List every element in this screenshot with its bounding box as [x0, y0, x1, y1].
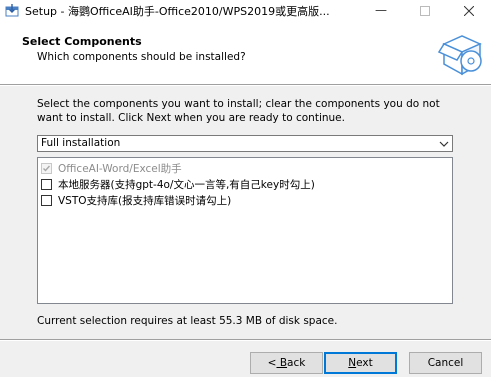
cancel-button[interactable]: Cancel: [409, 352, 482, 374]
maximize-button[interactable]: [403, 0, 447, 22]
component-checkbox-officeai: [41, 163, 52, 174]
disk-space-text: Current selection requires at least 55.3…: [37, 315, 338, 327]
minimize-button[interactable]: —: [359, 0, 403, 22]
close-icon: [463, 5, 475, 17]
checkmark-icon: [43, 165, 51, 172]
component-label[interactable]: 本地服务器(支持gpt-4o/文心一言等,有自己key时勾上): [58, 177, 315, 193]
back-button-label: ack: [287, 357, 306, 369]
minimize-icon: —: [375, 3, 387, 17]
maximize-icon: [420, 6, 430, 16]
close-window-button[interactable]: [447, 0, 491, 22]
footer-divider-highlight: [0, 340, 491, 341]
component-checkbox-local-server[interactable]: [41, 179, 52, 190]
next-button[interactable]: Next: [324, 352, 397, 374]
back-button[interactable]: < Back: [250, 352, 323, 374]
title-bar: Setup - 海鹦OfficeAI助手-Office2010/WPS2019或…: [0, 0, 491, 22]
component-label: OfficeAI-Word/Excel助手: [58, 163, 182, 175]
setup-app-icon: [5, 4, 19, 17]
installer-box-logo: [438, 35, 482, 76]
component-checkbox-vsto[interactable]: [41, 195, 52, 206]
installation-type-value: Full installation: [41, 137, 121, 149]
components-list: OfficeAI-Word/Excel助手 本地服务器(支持gpt-4o/文心一…: [37, 157, 453, 304]
instructions-text: Select the components you want to instal…: [37, 98, 440, 124]
cancel-button-label: Cancel: [427, 357, 464, 369]
next-button-accesskey: N: [348, 357, 357, 369]
back-button-accesskey: B: [276, 357, 288, 369]
chevron-down-icon[interactable]: [436, 136, 452, 151]
header-divider-highlight: [0, 85, 491, 86]
installation-type-select[interactable]: Full installation: [37, 135, 453, 152]
page-title: Select Components: [22, 35, 142, 48]
page-subtitle: Which components should be installed?: [37, 51, 246, 63]
next-button-label: ext: [356, 357, 373, 369]
component-label[interactable]: VSTO支持库(报支持库错误时请勾上): [58, 193, 231, 209]
window-title: Setup - 海鹦OfficeAI助手-Office2010/WPS2019或…: [25, 5, 330, 18]
